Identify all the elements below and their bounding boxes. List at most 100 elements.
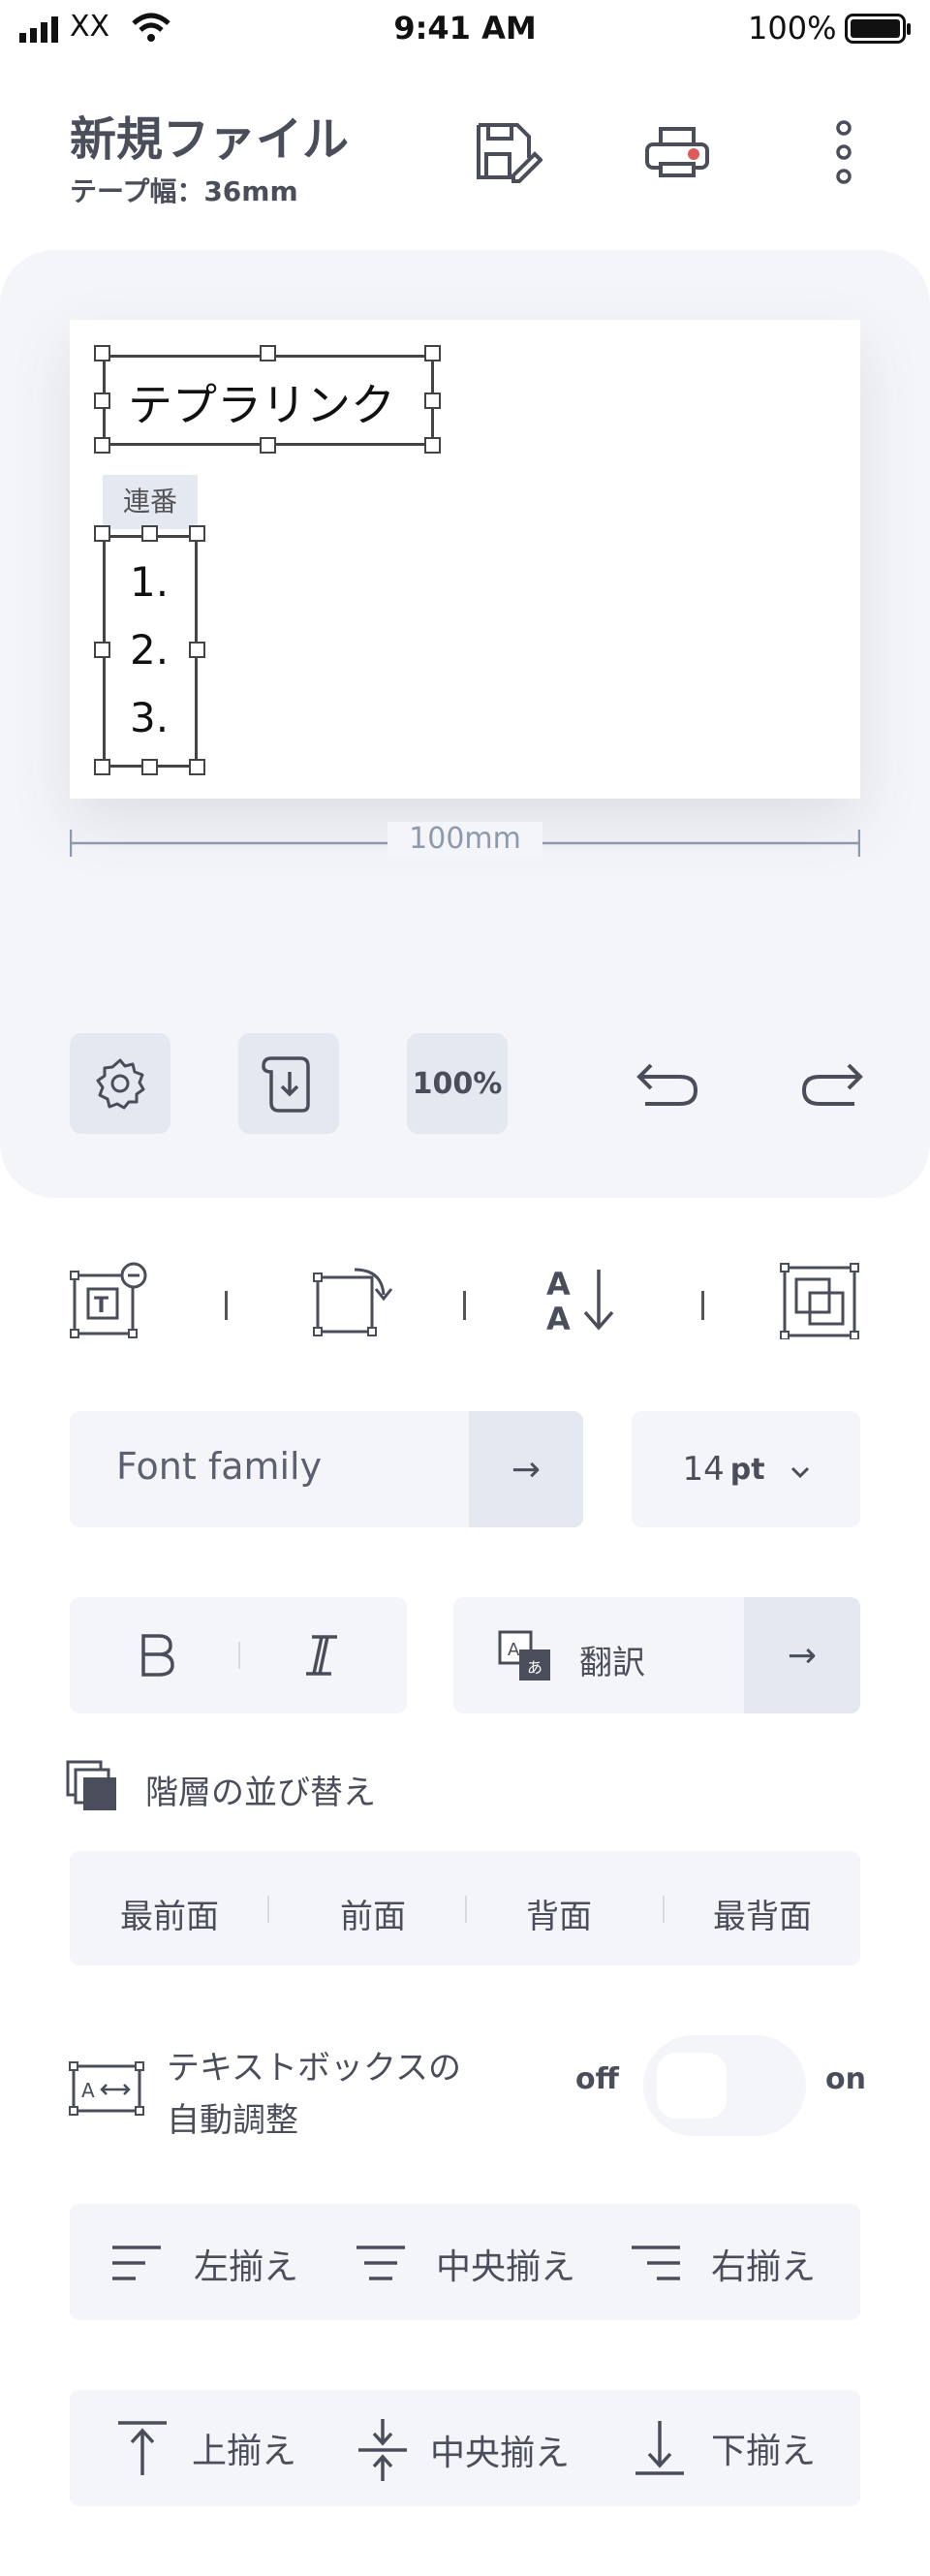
gear-icon [96, 1058, 145, 1110]
align-bottom-button[interactable]: 下揃え [632, 2417, 816, 2479]
rotate-button[interactable] [312, 1262, 393, 1339]
font-size-button[interactable]: A A [544, 1262, 622, 1339]
italic-icon [306, 1635, 337, 1676]
resize-handle[interactable] [141, 525, 158, 542]
text-box-content: テプラリンク [128, 379, 395, 431]
zoom-level: 100% [412, 1066, 503, 1101]
resize-handle[interactable] [260, 437, 276, 454]
translate-arrow[interactable]: → [744, 1597, 860, 1713]
svg-text:T: T [94, 1294, 108, 1318]
undo-icon [636, 1063, 698, 1106]
resize-handle[interactable] [424, 345, 441, 361]
chevron-down-icon [790, 1466, 809, 1479]
width-label: 100mm [388, 822, 542, 856]
serial-item: 2. [130, 626, 170, 674]
resize-handle[interactable] [189, 642, 205, 658]
resize-handle[interactable] [94, 345, 110, 361]
translate-label: 翻訳 [579, 1644, 645, 1682]
italic-button[interactable] [296, 1630, 347, 1681]
svg-text:あ: あ [527, 1658, 542, 1677]
divider [267, 1896, 269, 1923]
send-to-back-button[interactable]: 最背面 [690, 1890, 835, 1937]
zoom-button[interactable]: 100% [407, 1033, 508, 1134]
bring-forward-button[interactable]: 前面 [300, 1890, 446, 1937]
layers-frame-icon [780, 1263, 859, 1340]
battery-icon [845, 14, 911, 44]
divider [465, 1896, 467, 1923]
divider [238, 1642, 240, 1669]
battery-percent: 100% [748, 10, 837, 47]
textbox-remove-icon: T [70, 1262, 147, 1338]
divider [463, 1291, 466, 1320]
resize-handle[interactable] [260, 345, 276, 361]
send-backward-button[interactable]: 背面 [486, 1890, 632, 1937]
resize-handle[interactable] [94, 437, 110, 454]
toggle-off-label: off [575, 2062, 619, 2096]
resize-handle[interactable] [94, 759, 110, 775]
resize-handle[interactable] [94, 525, 110, 542]
layer-button[interactable] [779, 1262, 860, 1340]
toggle-on-label: on [825, 2062, 866, 2096]
redo-button[interactable] [781, 1033, 882, 1134]
font-size-value: 14 [682, 1450, 725, 1489]
translate-icon: A あ [498, 1630, 550, 1681]
svg-text:A: A [508, 1640, 520, 1660]
tape-feed-button[interactable] [238, 1033, 339, 1134]
resize-handle[interactable] [189, 759, 205, 775]
print-button[interactable] [634, 109, 721, 196]
align-left-button[interactable]: 左揃え [108, 2239, 298, 2289]
align-bottom-icon [636, 2421, 684, 2475]
resize-handle[interactable] [424, 437, 441, 454]
delete-textbox-button[interactable]: T [70, 1262, 149, 1339]
divider [225, 1291, 228, 1320]
align-bottom-label: 下揃え [711, 2432, 817, 2471]
resize-handle[interactable] [94, 642, 110, 658]
align-top-label: 上揃え [192, 2432, 297, 2471]
align-middle-icon [358, 2419, 407, 2481]
align-middle-button[interactable]: 中央揃え [355, 2417, 570, 2483]
align-top-icon [118, 2421, 167, 2475]
font-size-unit: pt [729, 1452, 765, 1487]
resize-handle[interactable] [94, 393, 110, 409]
resize-handle[interactable] [141, 759, 158, 775]
tape-width: テープ幅：36mm [70, 175, 298, 207]
resize-handle[interactable] [424, 393, 441, 409]
redo-icon [801, 1063, 863, 1106]
font-family-arrow[interactable]: → [469, 1411, 583, 1527]
bold-button[interactable] [132, 1630, 182, 1681]
autofit-label: 自動調整 [167, 2101, 298, 2140]
align-center-label: 中央揃え [436, 2247, 576, 2287]
align-center-icon [356, 2246, 405, 2280]
status-bar: XX 9:41 AM 100% [0, 0, 930, 60]
serial-item: 3. [130, 694, 170, 741]
divider [701, 1291, 704, 1320]
autofit-icon: A [69, 2061, 144, 2116]
align-right-icon [632, 2246, 680, 2280]
layer-order-icon [66, 1760, 116, 1810]
bring-to-front-button[interactable]: 最前面 [97, 1890, 242, 1937]
save-edit-icon [477, 123, 542, 183]
align-center-button[interactable]: 中央揃え [353, 2239, 575, 2289]
align-right-label: 右揃え [711, 2247, 817, 2287]
svg-text:A: A [546, 1301, 571, 1337]
divider [663, 1896, 665, 1923]
settings-button[interactable] [70, 1033, 170, 1134]
save-button[interactable] [465, 109, 552, 196]
resize-handle[interactable] [189, 525, 205, 542]
more-menu-button[interactable] [800, 109, 887, 196]
toggle-knob[interactable] [657, 2053, 727, 2119]
serial-tag: 連番 [103, 475, 198, 529]
tape-roll-icon [262, 1056, 310, 1113]
font-size-select[interactable]: 14 pt [632, 1411, 860, 1527]
rotate-frame-icon [313, 1268, 393, 1336]
undo-button[interactable] [618, 1033, 719, 1134]
align-top-button[interactable]: 上揃え [114, 2417, 296, 2479]
bold-icon [141, 1634, 174, 1677]
svg-text:A: A [546, 1266, 571, 1303]
layer-order-title: 階層の並び替え [145, 1774, 376, 1812]
align-right-button[interactable]: 右揃え [628, 2239, 816, 2289]
align-middle-label: 中央揃え [430, 2434, 571, 2473]
align-left-icon [112, 2246, 161, 2280]
printer-icon [645, 127, 709, 177]
text-size-icon: A A [546, 1266, 614, 1337]
